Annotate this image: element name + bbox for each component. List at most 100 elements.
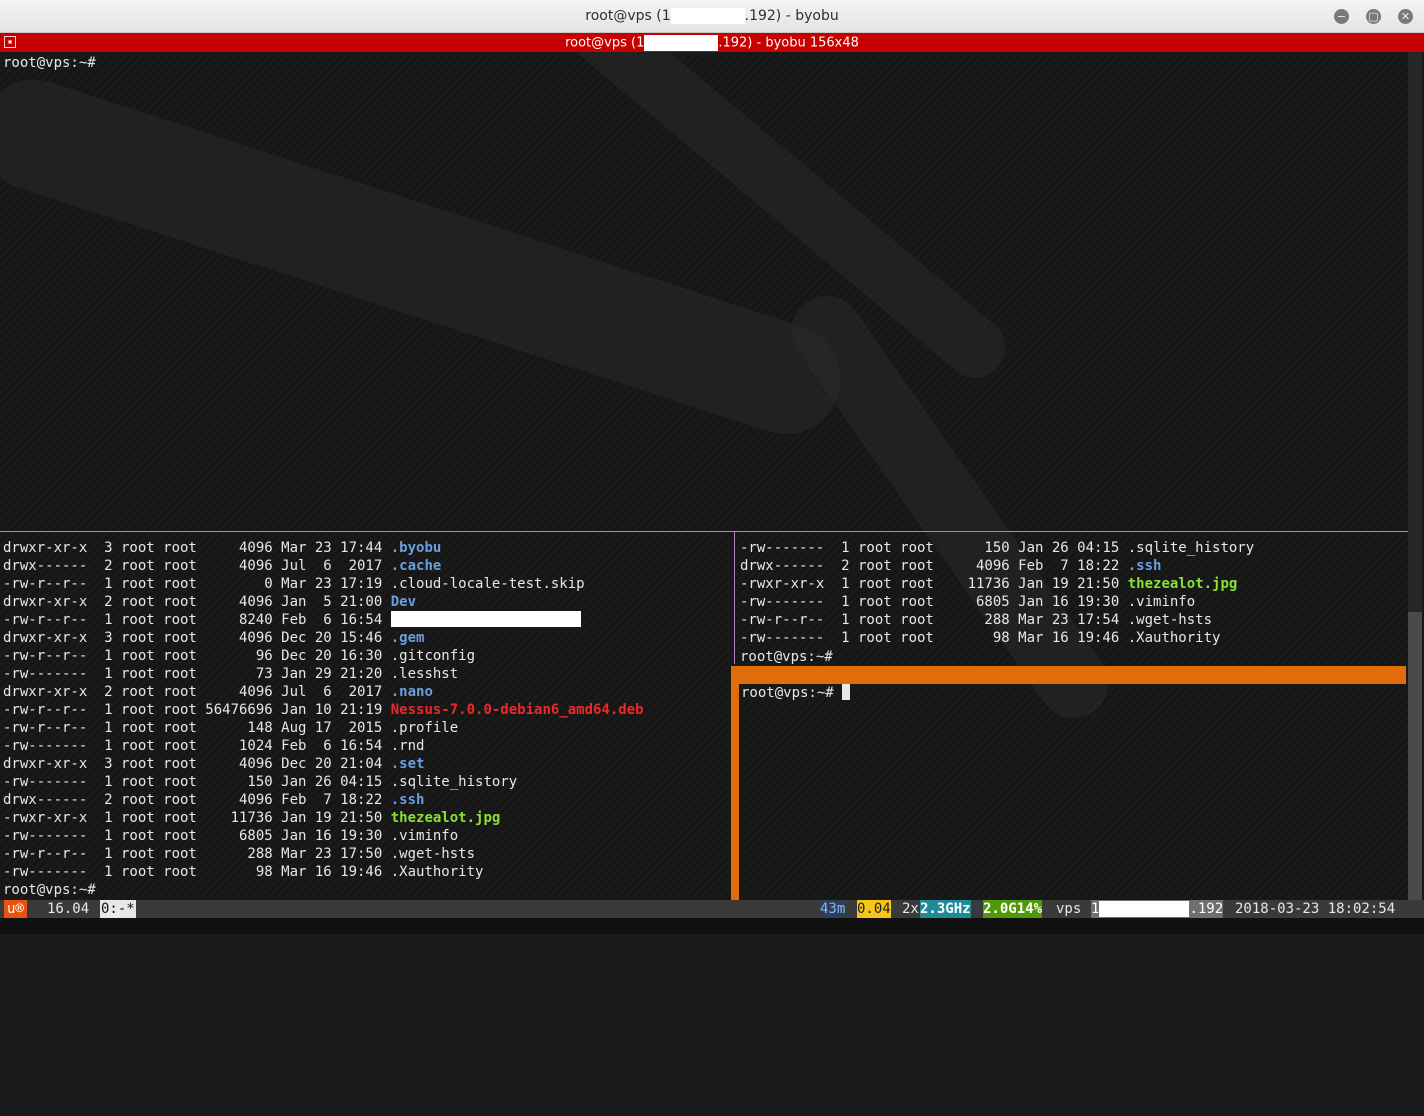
listing-row: -rwxr-xr-x 1 root root 11736 Jan 19 21:5… bbox=[740, 575, 1237, 593]
active-pane-prompt-line[interactable]: root@vps:~# bbox=[741, 684, 851, 702]
file-name: .set bbox=[390, 756, 425, 772]
file-name: .cache bbox=[390, 558, 442, 574]
file-metadata: -rw-r--r-- 1 root root 96 Dec 20 16:30 bbox=[3, 648, 391, 664]
maximize-button[interactable]: ▢ bbox=[1366, 9, 1381, 24]
file-metadata: drwxr-xr-x 3 root root 4096 Mar 23 17:44 bbox=[3, 540, 391, 556]
listing-row: -rw-r--r-- 1 root root 0 Mar 23 17:19 .c… bbox=[3, 575, 585, 593]
window-title: root@vps (1 .192) - byobu bbox=[0, 8, 1424, 24]
file-metadata: drwxr-xr-x 3 root root 4096 Dec 20 21:04 bbox=[3, 756, 391, 772]
datetime: 2018-03-23 18:02:54 bbox=[1235, 901, 1396, 917]
file-metadata: -rw-r--r-- 1 root root 0 Mar 23 17:19 bbox=[3, 576, 391, 592]
window-title-prefix: root@vps (1 bbox=[585, 8, 671, 24]
listing-row: drwxr-xr-x 2 root root 4096 Jan 5 21:00 … bbox=[3, 593, 416, 611]
file-name: .ssh bbox=[1127, 558, 1162, 574]
listing-row: drwxr-xr-x 3 root root 4096 Dec 20 15:46… bbox=[3, 629, 424, 647]
file-name: Nessus-7.0.0-debian6_amd64.deb bbox=[390, 702, 644, 718]
file-metadata: -rw------- 1 root root 98 Mar 16 19:46 bbox=[740, 630, 1128, 646]
file-name: .lesshst bbox=[390, 666, 459, 682]
cpu-count: 2x bbox=[902, 901, 919, 917]
file-metadata: drwx------ 2 root root 4096 Feb 7 18:22 bbox=[3, 792, 391, 808]
active-pane-border-left bbox=[731, 666, 739, 900]
file-metadata: -rw------- 1 root root 6805 Jan 16 19:30 bbox=[740, 594, 1128, 610]
listing-row: -rw-r--r-- 1 root root 56476696 Jan 10 2… bbox=[3, 701, 644, 719]
file-metadata: drwx------ 2 root root 4096 Feb 7 18:22 bbox=[740, 558, 1128, 574]
ip-prefix: 1 bbox=[1091, 901, 1100, 917]
file-metadata: drwx------ 2 root root 4096 Jul 6 2017 bbox=[3, 558, 391, 574]
scrollbar-thumb[interactable] bbox=[1408, 612, 1422, 900]
redacted-ip-block bbox=[644, 35, 719, 51]
top-pane-prompt[interactable]: root@vps:~# bbox=[3, 54, 96, 72]
file-metadata: drwxr-xr-x 3 root root 4096 Dec 20 15:46 bbox=[3, 630, 391, 646]
file-name: .Xauthority bbox=[390, 864, 484, 880]
listing-row: drwx------ 2 root root 4096 Feb 7 18:22 … bbox=[740, 557, 1161, 575]
file-metadata: -rw-r--r-- 1 root root 56476696 Jan 10 2… bbox=[3, 702, 391, 718]
byobu-title: root@vps (1 .192) - byobu 156x48 bbox=[0, 35, 1424, 51]
listing-row: -rw-r--r-- 1 root root 148 Aug 17 2015 .… bbox=[3, 719, 458, 737]
file-name: .Xauthority bbox=[1127, 630, 1221, 646]
file-name: .ssh bbox=[390, 792, 425, 808]
file-name: .cloud-locale-test.skip bbox=[390, 576, 585, 592]
load-average: 0.04 bbox=[857, 900, 891, 918]
text-cursor bbox=[842, 684, 851, 700]
redacted-ip-block bbox=[1099, 901, 1190, 917]
active-pane-border-top bbox=[731, 666, 1406, 684]
file-name: .gitconfig bbox=[390, 648, 476, 664]
file-metadata: -rw------- 1 root root 6805 Jan 16 19:30 bbox=[3, 828, 391, 844]
release-version: 16.04 bbox=[47, 901, 90, 917]
byobu-status-bar: u® 16.04 0:-* 43m 0.04 2x 2.3GHz 2.0G14%… bbox=[0, 900, 1424, 918]
listing-row: -rw------- 1 root root 1024 Feb 6 16:54 … bbox=[3, 737, 424, 755]
ip-address: 1 .192 bbox=[1091, 900, 1224, 918]
pane-divider-horizontal[interactable] bbox=[0, 531, 1408, 532]
listing-row: -rw------- 1 root root 6805 Jan 16 19:30… bbox=[3, 827, 458, 845]
file-name: .wget-hsts bbox=[1127, 612, 1213, 628]
window-titlebar[interactable]: root@vps (1 .192) - byobu − ▢ ✕ bbox=[0, 0, 1424, 33]
file-metadata: -rw-r--r-- 1 root root 288 Mar 23 17:50 bbox=[3, 846, 391, 862]
close-button[interactable]: ✕ bbox=[1398, 9, 1413, 24]
memory-usage: 2.0G14% bbox=[983, 900, 1043, 918]
file-metadata: -rw-r--r-- 1 root root 288 Mar 23 17:54 bbox=[740, 612, 1128, 628]
listing-row: drwx------ 2 root root 4096 Feb 7 18:22 … bbox=[3, 791, 424, 809]
listing-row: -rw------- 1 root root 150 Jan 26 04:15 … bbox=[3, 773, 517, 791]
listing-row: -rw------- 1 root root 150 Jan 26 04:15 … bbox=[740, 539, 1254, 557]
minimize-button[interactable]: − bbox=[1334, 9, 1349, 24]
listing-row: -rw-r--r-- 1 root root 288 Mar 23 17:50 … bbox=[3, 845, 475, 863]
listing-row: -rw------- 1 root root 98 Mar 16 19:46 .… bbox=[3, 863, 483, 881]
window-title-suffix: .192) - byobu bbox=[744, 8, 839, 24]
minimize-icon: − bbox=[1336, 10, 1347, 23]
file-name: .wget-hsts bbox=[390, 846, 476, 862]
terminal-area[interactable]: root@vps:~# drwxr-xr-x 3 root root 4096 … bbox=[0, 52, 1424, 900]
byobu-title-suffix: .192) - byobu 156x48 bbox=[718, 35, 859, 51]
file-metadata: -rw------- 1 root root 73 Jan 29 21:20 bbox=[3, 666, 391, 682]
cpu-frequency: 2.3GHz bbox=[920, 900, 971, 918]
file-metadata: drwxr-xr-x 2 root root 4096 Jan 5 21:00 bbox=[3, 594, 391, 610]
file-name: .sqlite_history bbox=[1127, 540, 1255, 556]
file-name: .byobu bbox=[390, 540, 442, 556]
right-pane-prompt[interactable]: root@vps:~# bbox=[740, 648, 833, 666]
file-name: .viminfo bbox=[390, 828, 459, 844]
listing-row: -rw-r--r-- 1 root root 288 Mar 23 17:54 … bbox=[740, 611, 1212, 629]
file-name: Dev bbox=[390, 594, 417, 610]
left-pane-prompt[interactable]: root@vps:~# bbox=[3, 881, 96, 899]
listing-row: drwxr-xr-x 2 root root 4096 Jul 6 2017 .… bbox=[3, 683, 433, 701]
maximize-icon: ▢ bbox=[1368, 10, 1379, 23]
file-name: .sqlite_history bbox=[390, 774, 518, 790]
bottom-strip bbox=[0, 918, 1424, 934]
file-name: .viminfo bbox=[1127, 594, 1196, 610]
listing-row: -rw-r--r-- 1 root root 8240 Feb 6 16:54 bbox=[3, 611, 581, 629]
byobu-title-prefix: root@vps (1 bbox=[565, 35, 645, 51]
redacted-ip-block bbox=[670, 8, 745, 24]
file-name: thezealot.jpg bbox=[1127, 576, 1238, 592]
ip-suffix: .192 bbox=[1189, 901, 1224, 917]
pane-divider-vertical[interactable] bbox=[734, 532, 735, 664]
file-metadata: -rw------- 1 root root 150 Jan 26 04:15 bbox=[3, 774, 391, 790]
file-name: thezealot.jpg bbox=[390, 810, 501, 826]
file-metadata: -rwxr-xr-x 1 root root 11736 Jan 19 21:5… bbox=[3, 810, 391, 826]
listing-row: -rw------- 1 root root 6805 Jan 16 19:30… bbox=[740, 593, 1195, 611]
listing-row: -rwxr-xr-x 1 root root 11736 Jan 19 21:5… bbox=[3, 809, 500, 827]
listing-row: -rw------- 1 root root 98 Mar 16 19:46 .… bbox=[740, 629, 1220, 647]
redacted-filename bbox=[390, 611, 581, 627]
file-name: .profile bbox=[390, 720, 459, 736]
listing-row: -rw------- 1 root root 73 Jan 29 21:20 .… bbox=[3, 665, 458, 683]
file-metadata: -rw-r--r-- 1 root root 148 Aug 17 2015 bbox=[3, 720, 391, 736]
window-indicator[interactable]: 0:-* bbox=[100, 900, 136, 918]
